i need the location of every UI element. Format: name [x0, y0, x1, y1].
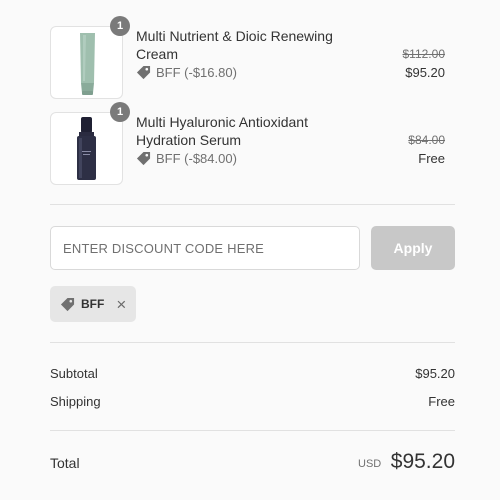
quantity-badge: 1 — [110, 16, 130, 36]
serum-bottle-thumbnail — [77, 117, 96, 180]
tag-icon — [60, 297, 75, 312]
order-summary: 1 Multi Nutrient & Dioic Renewing Cream … — [0, 0, 500, 500]
product-name: Multi Nutrient & Dioic Renewing Cream — [136, 28, 333, 62]
product-name: Multi Hyaluronic Antioxidant Hydration S… — [136, 114, 308, 148]
divider — [50, 430, 455, 431]
applied-code: BFF — [81, 297, 105, 311]
divider — [50, 342, 455, 343]
original-price: $112.00 — [402, 47, 446, 61]
subtotal-label: Subtotal — [50, 366, 98, 381]
shipping-value: Free — [428, 394, 455, 409]
shipping-label: Shipping — [50, 394, 101, 409]
total-amount: $95.20 — [390, 450, 455, 473]
cream-tube-thumbnail — [80, 33, 95, 95]
tag-icon — [136, 65, 151, 80]
item-discount-label: BFF (-$84.00) — [156, 151, 237, 166]
cart-item: 1 Multi Hyaluronic Antioxidant Hydration… — [50, 102, 455, 186]
item-discount: BFF (-$84.00) — [136, 151, 237, 166]
item-discount-label: BFF (-$16.80) — [156, 65, 237, 80]
subtotal-value: $95.20 — [415, 366, 455, 381]
final-price: Free — [418, 151, 445, 166]
close-icon[interactable]: × — [116, 296, 126, 313]
applied-discount-tag: BFF × — [50, 286, 136, 322]
discount-code-input[interactable] — [50, 226, 360, 270]
product-image-cream — [50, 26, 123, 99]
cart-item: 1 Multi Nutrient & Dioic Renewing Cream … — [50, 16, 455, 100]
tag-icon — [136, 151, 151, 166]
total-currency: USD — [358, 458, 382, 470]
product-image-serum — [50, 112, 123, 185]
final-price: $95.20 — [405, 65, 445, 80]
total-label: Total — [50, 455, 80, 471]
original-price: $84.00 — [408, 133, 445, 147]
apply-button[interactable]: Apply — [371, 226, 455, 270]
item-discount: BFF (-$16.80) — [136, 65, 237, 80]
quantity-badge: 1 — [110, 102, 130, 122]
divider — [50, 204, 455, 205]
